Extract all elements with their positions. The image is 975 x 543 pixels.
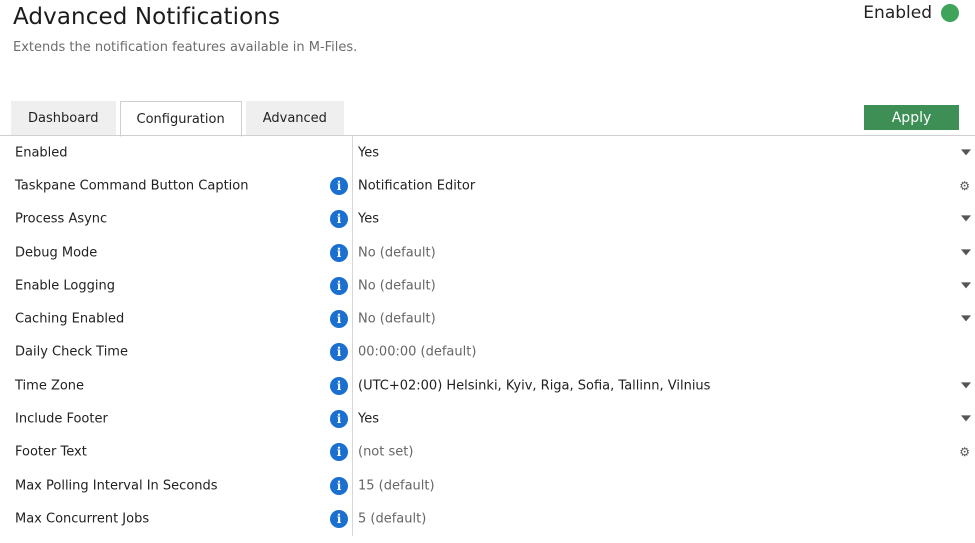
setting-row[interactable]: Include Footer i Yes: [0, 402, 975, 435]
setting-row[interactable]: Time Zone i (UTC+02:00) Helsinki, Kyiv, Ri…: [0, 369, 975, 402]
status-label: Enabled: [863, 3, 932, 23]
setting-row[interactable]: Enabled Yes: [0, 136, 975, 169]
page-subtitle: Extends the notification features availa…: [13, 40, 358, 55]
setting-label: Daily Check Time: [15, 344, 128, 360]
setting-value[interactable]: Yes: [358, 145, 379, 160]
info-icon[interactable]: i: [330, 376, 348, 395]
tab-advanced[interactable]: Advanced: [245, 101, 344, 135]
page-title: Advanced Notifications: [13, 4, 281, 30]
setting-value[interactable]: Notification Editor: [358, 178, 475, 193]
setting-row[interactable]: Max Polling Interval In Seconds i 15 (defa…: [0, 469, 975, 502]
tab-bar: Dashboard Configuration Advanced: [11, 101, 344, 137]
setting-row[interactable]: Enable Logging i No (default): [0, 269, 975, 302]
dropdown-arrow-icon[interactable]: [961, 248, 971, 255]
info-icon[interactable]: i: [330, 210, 348, 229]
setting-value[interactable]: 15 (default): [358, 478, 435, 493]
status-indicator: Enabled: [863, 3, 959, 23]
setting-row[interactable]: Caching Enabled i No (default): [0, 302, 975, 335]
setting-label: Process Async: [15, 211, 108, 227]
status-dot-icon: [941, 4, 959, 22]
setting-row[interactable]: Process Async i Yes: [0, 203, 975, 236]
dropdown-arrow-icon[interactable]: [961, 315, 971, 322]
dropdown-arrow-icon[interactable]: [961, 215, 971, 222]
info-icon[interactable]: i: [330, 176, 348, 195]
tab-configuration[interactable]: Configuration: [119, 101, 242, 137]
setting-value[interactable]: 5 (default): [358, 511, 426, 526]
info-icon[interactable]: i: [330, 243, 348, 262]
info-icon[interactable]: i: [330, 343, 348, 362]
info-icon[interactable]: i: [330, 310, 348, 329]
setting-value[interactable]: No (default): [358, 312, 436, 327]
setting-value[interactable]: (not set): [358, 445, 413, 460]
setting-label: Footer Text: [15, 444, 87, 460]
setting-label: Time Zone: [15, 378, 85, 394]
info-icon[interactable]: i: [330, 476, 348, 495]
apply-button[interactable]: Apply: [864, 105, 959, 130]
setting-label: Max Concurrent Jobs: [15, 511, 150, 527]
dropdown-arrow-icon[interactable]: [961, 415, 971, 422]
setting-row[interactable]: Daily Check Time i 00:00:00 (default): [0, 336, 975, 369]
info-icon[interactable]: i: [330, 410, 348, 429]
settings-grid: Enabled Yes Taskpane Command Button Captio…: [0, 136, 975, 536]
setting-value[interactable]: (UTC+02:00) Helsinki, Kyiv, Riga, Sofia,…: [358, 378, 710, 393]
tab-dashboard[interactable]: Dashboard: [11, 101, 116, 135]
gear-icon[interactable]: ⚙: [959, 180, 970, 192]
dropdown-arrow-icon[interactable]: [961, 382, 971, 389]
setting-value[interactable]: 00:00:00 (default): [358, 345, 476, 360]
dropdown-arrow-icon[interactable]: [961, 282, 971, 289]
setting-label: Caching Enabled: [15, 311, 125, 327]
setting-row[interactable]: Footer Text i (not set) ⚙: [0, 436, 975, 469]
setting-value[interactable]: Yes: [358, 212, 379, 227]
setting-value[interactable]: No (default): [358, 245, 436, 260]
dropdown-arrow-icon[interactable]: [961, 149, 971, 156]
setting-label: Enable Logging: [15, 278, 115, 294]
setting-label: Debug Mode: [15, 245, 98, 261]
setting-value[interactable]: Yes: [358, 412, 379, 427]
setting-label: Include Footer: [15, 411, 108, 427]
setting-value[interactable]: No (default): [358, 278, 436, 293]
info-icon[interactable]: i: [330, 443, 348, 462]
info-icon[interactable]: i: [330, 276, 348, 295]
setting-label: Taskpane Command Button Caption: [15, 178, 249, 194]
setting-label: Enabled: [15, 145, 68, 161]
setting-label: Max Polling Interval In Seconds: [15, 478, 218, 494]
gear-icon[interactable]: ⚙: [959, 446, 970, 458]
setting-row[interactable]: Debug Mode i No (default): [0, 236, 975, 269]
info-icon[interactable]: i: [330, 509, 348, 528]
setting-row[interactable]: Taskpane Command Button Caption i Notifica…: [0, 169, 975, 202]
setting-row[interactable]: Max Concurrent Jobs i 5 (default): [0, 502, 975, 535]
